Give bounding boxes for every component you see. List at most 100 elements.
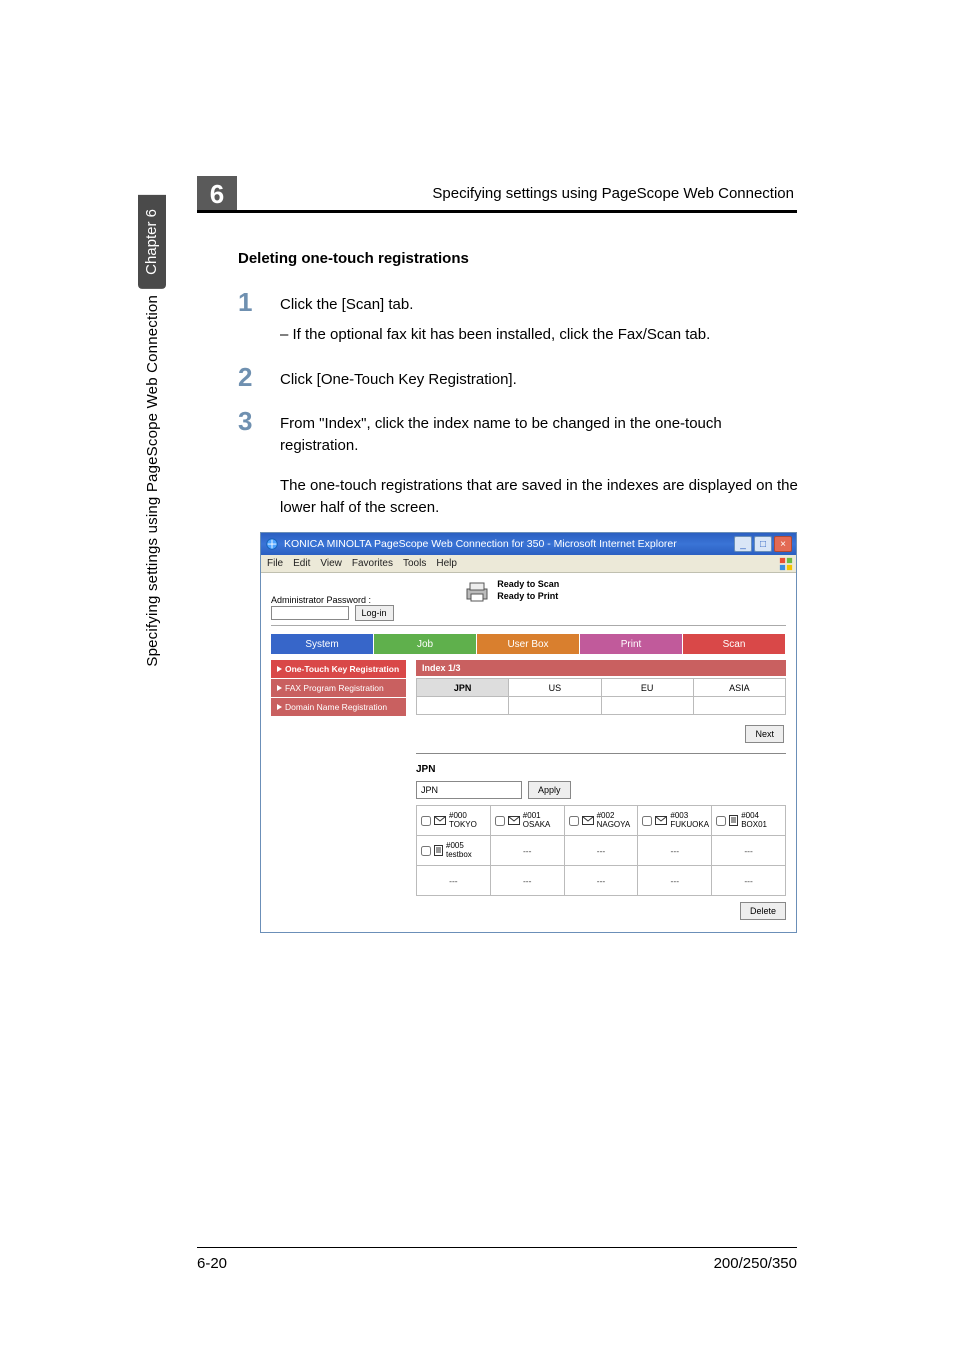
index-tab-us[interactable]: US bbox=[509, 679, 601, 697]
menu-file[interactable]: File bbox=[267, 558, 283, 569]
printer-icon bbox=[463, 579, 491, 605]
group-name-input[interactable] bbox=[416, 781, 522, 799]
entry-cell: #004BOX01 bbox=[712, 806, 786, 836]
windows-logo-icon bbox=[779, 557, 793, 571]
status-lines: Ready to Scan Ready to Print bbox=[497, 579, 559, 602]
index-cell-empty[interactable] bbox=[417, 697, 509, 715]
index-tab-asia[interactable]: ASIA bbox=[693, 679, 785, 697]
menu-favorites[interactable]: Favorites bbox=[352, 558, 393, 569]
entry-checkbox[interactable] bbox=[642, 816, 652, 826]
side-tab: Chapter 6 Specifying settings using Page… bbox=[138, 195, 166, 667]
menu-view[interactable]: View bbox=[320, 558, 342, 569]
tab-job[interactable]: Job bbox=[374, 634, 477, 654]
entry-cell: #001OSAKA bbox=[490, 806, 564, 836]
section-heading: Deleting one-touch registrations bbox=[238, 250, 798, 267]
menu-edit[interactable]: Edit bbox=[293, 558, 310, 569]
triangle-icon bbox=[277, 666, 282, 672]
step-body: Click the [Scan] tab. If the optional fa… bbox=[280, 289, 710, 346]
entry-checkbox[interactable] bbox=[495, 816, 505, 826]
admin-password-row: Administrator Password : Log-in bbox=[271, 595, 443, 621]
entry-empty: --- bbox=[712, 836, 786, 866]
menu-help[interactable]: Help bbox=[436, 558, 457, 569]
running-header: Specifying settings using PageScope Web … bbox=[330, 185, 794, 202]
menu-tools[interactable]: Tools bbox=[403, 558, 426, 569]
index-tab-jpn[interactable]: JPN bbox=[417, 679, 509, 697]
step-number: 1 bbox=[238, 289, 280, 315]
step-number: 3 bbox=[238, 408, 280, 434]
entry-empty: --- bbox=[638, 836, 712, 866]
login-button[interactable]: Log-in bbox=[355, 605, 394, 621]
step-result: The one-touch registrations that are sav… bbox=[280, 475, 798, 519]
page-footer: 6-20 200/250/350 bbox=[197, 1247, 797, 1272]
chapter-number: 6 bbox=[197, 176, 237, 212]
minimize-button[interactable]: _ bbox=[734, 536, 752, 552]
admin-label: Administrator Password : bbox=[271, 595, 443, 605]
mail-icon bbox=[434, 816, 446, 825]
page-header: Administrator Password : Log-in Ready to… bbox=[271, 579, 786, 626]
index-cell-empty[interactable] bbox=[601, 697, 693, 715]
entry-cell: #005testbox bbox=[417, 836, 491, 866]
tab-system[interactable]: System bbox=[271, 634, 374, 654]
entry-checkbox[interactable] bbox=[421, 846, 431, 856]
step-text: Click [One-Touch Key Registration]. bbox=[280, 364, 517, 391]
entry-empty: --- bbox=[490, 866, 564, 896]
main-tabs: System Job User Box Print Scan bbox=[271, 634, 786, 654]
side-text: Specifying settings using PageScope Web … bbox=[144, 295, 161, 667]
device-status: Ready to Scan Ready to Print bbox=[463, 579, 559, 605]
step-1: 1 Click the [Scan] tab. If the optional … bbox=[238, 289, 798, 346]
main-content: Deleting one-touch registrations 1 Click… bbox=[238, 250, 798, 933]
browser-menubar: File Edit View Favorites Tools Help bbox=[261, 555, 796, 573]
entry-empty: --- bbox=[564, 866, 638, 896]
tab-print[interactable]: Print bbox=[580, 634, 683, 654]
document-icon bbox=[729, 815, 738, 826]
step-sub: If the optional fax kit has been install… bbox=[280, 324, 710, 346]
screenshot-window: KONICA MINOLTA PageScope Web Connection … bbox=[260, 532, 797, 933]
delete-button[interactable]: Delete bbox=[740, 902, 786, 920]
separator bbox=[416, 753, 786, 754]
step-3: 3 From "Index", click the index name to … bbox=[238, 408, 798, 457]
entry-checkbox[interactable] bbox=[569, 816, 579, 826]
close-button[interactable]: × bbox=[774, 536, 792, 552]
entry-empty: --- bbox=[417, 866, 491, 896]
index-label: Index 1/3 bbox=[416, 660, 786, 676]
entry-checkbox[interactable] bbox=[716, 816, 726, 826]
index-cell-empty[interactable] bbox=[509, 697, 601, 715]
tab-userbox[interactable]: User Box bbox=[477, 634, 580, 654]
entry-empty: --- bbox=[564, 836, 638, 866]
index-cell-empty[interactable] bbox=[693, 697, 785, 715]
index-tab-eu[interactable]: EU bbox=[601, 679, 693, 697]
window-titlebar: KONICA MINOLTA PageScope Web Connection … bbox=[261, 533, 796, 555]
triangle-icon bbox=[277, 685, 282, 691]
page-number: 6-20 bbox=[197, 1255, 227, 1272]
step-text: Click the [Scan] tab. bbox=[280, 296, 413, 313]
status-print: Ready to Print bbox=[497, 591, 559, 603]
next-button[interactable]: Next bbox=[745, 725, 784, 743]
triangle-icon bbox=[277, 704, 282, 710]
status-scan: Ready to Scan bbox=[497, 579, 559, 591]
index-table: JPN US EU ASIA bbox=[416, 678, 786, 715]
step-2: 2 Click [One-Touch Key Registration]. bbox=[238, 364, 798, 391]
chapter-badge: Chapter 6 bbox=[138, 195, 166, 289]
ie-icon bbox=[265, 537, 279, 551]
entry-checkbox[interactable] bbox=[421, 816, 431, 826]
maximize-button[interactable]: □ bbox=[754, 536, 772, 552]
step-number: 2 bbox=[238, 364, 280, 390]
window-buttons: _ □ × bbox=[734, 536, 792, 552]
group-label: JPN bbox=[416, 764, 786, 775]
entry-cell: #000TOKYO bbox=[417, 806, 491, 836]
admin-password-input[interactable] bbox=[271, 606, 349, 620]
apply-button[interactable]: Apply bbox=[528, 781, 571, 799]
header-rule bbox=[197, 210, 797, 213]
page-body: Administrator Password : Log-in Ready to… bbox=[261, 573, 796, 932]
entries-table: #000TOKYO #001OSAKA #002NAGOYA #003FUKUO… bbox=[416, 805, 786, 896]
document-icon bbox=[434, 845, 443, 856]
nav-one-touch[interactable]: One-Touch Key Registration bbox=[271, 660, 406, 679]
window-title: KONICA MINOLTA PageScope Web Connection … bbox=[284, 538, 734, 550]
nav-domain-name[interactable]: Domain Name Registration bbox=[271, 698, 406, 717]
step-text: From "Index", click the index name to be… bbox=[280, 408, 798, 457]
nav-fax-program[interactable]: FAX Program Registration bbox=[271, 679, 406, 698]
tab-scan[interactable]: Scan bbox=[683, 634, 786, 654]
main-area: One-Touch Key Registration FAX Program R… bbox=[271, 660, 786, 920]
mail-icon bbox=[655, 816, 667, 825]
entry-empty: --- bbox=[638, 866, 712, 896]
